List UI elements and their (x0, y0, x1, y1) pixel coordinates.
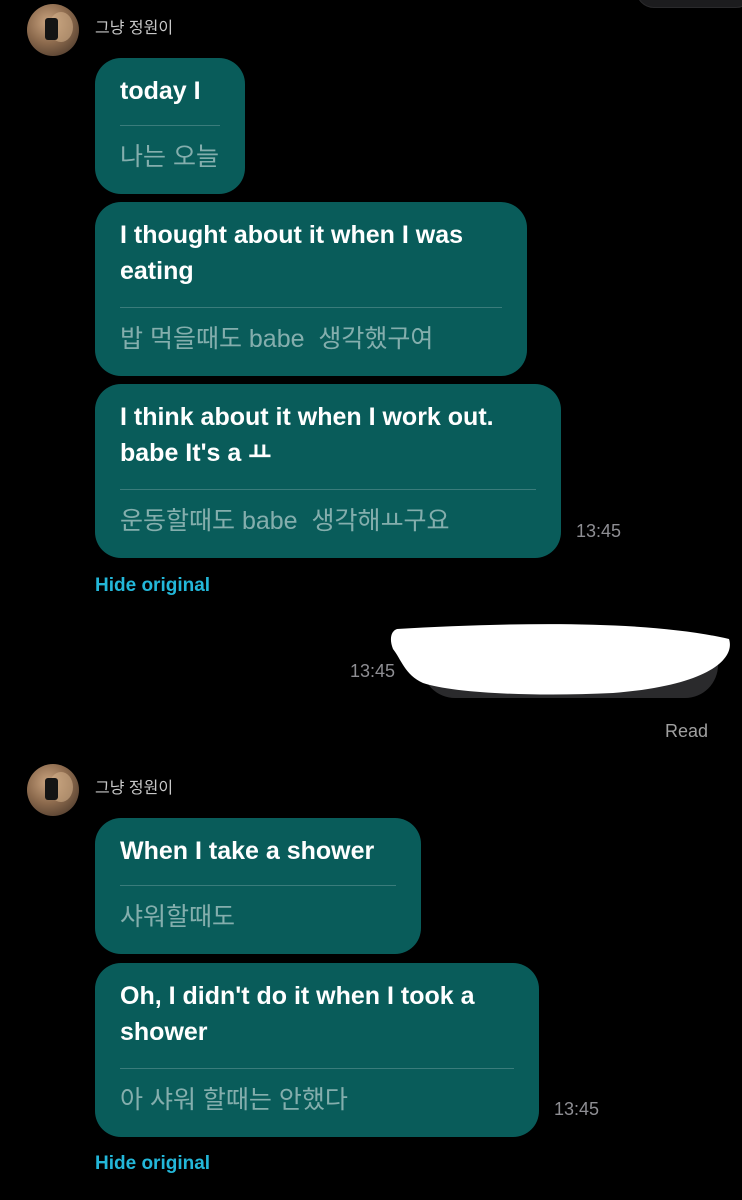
avatar-phone (45, 18, 58, 40)
read-receipt: Read (665, 721, 709, 741)
sender-name: 그냥 정원이 (95, 780, 174, 797)
message-bubble[interactable]: today I 나는 오늘 (95, 58, 245, 194)
message-bubble[interactable]: I think about it when I work out. babe I… (95, 384, 561, 558)
message-original: 샤워할때도 (120, 903, 236, 931)
contact-avatar[interactable] (27, 764, 79, 816)
message-translation: today I (120, 77, 201, 105)
message-translation: I think about it when I work out. babe I… (120, 403, 494, 467)
message-divider (120, 1068, 514, 1069)
message-original: 운동할때도 babe 생각해ㅛ구요 (120, 507, 450, 535)
message-original: 나는 오늘 (120, 143, 219, 171)
message-divider (120, 885, 396, 886)
top-bubble-edge (636, 0, 742, 8)
message-bubble[interactable]: When I take a shower 샤워할때도 (95, 818, 421, 954)
message-translation: I thought about it when I was eating (120, 221, 464, 285)
hide-original-link[interactable]: Hide original (95, 1152, 210, 1176)
message-translation: Oh, I didn't do it when I took a shower (120, 982, 475, 1046)
message-original: 밥 먹을때도 babe 생각했구여 (120, 325, 434, 353)
message-divider (120, 307, 502, 308)
avatar-phone (45, 778, 58, 800)
message-divider (120, 125, 220, 126)
message-divider (120, 489, 536, 490)
message-timestamp: 13:45 (554, 1099, 600, 1119)
message-translation: When I take a shower (120, 837, 375, 865)
contact-avatar[interactable] (27, 4, 79, 56)
message-timestamp: 13:45 (576, 521, 622, 541)
message-bubble[interactable]: Oh, I didn't do it when I took a shower … (95, 963, 539, 1137)
hide-original-link[interactable]: Hide original (95, 574, 210, 598)
message-original: 아 샤워 할때는 안했다 (120, 1086, 348, 1114)
redaction-scribble (390, 624, 730, 695)
message-bubble[interactable]: I thought about it when I was eating 밥 먹… (95, 202, 527, 376)
sender-name: 그냥 정원이 (95, 20, 174, 37)
